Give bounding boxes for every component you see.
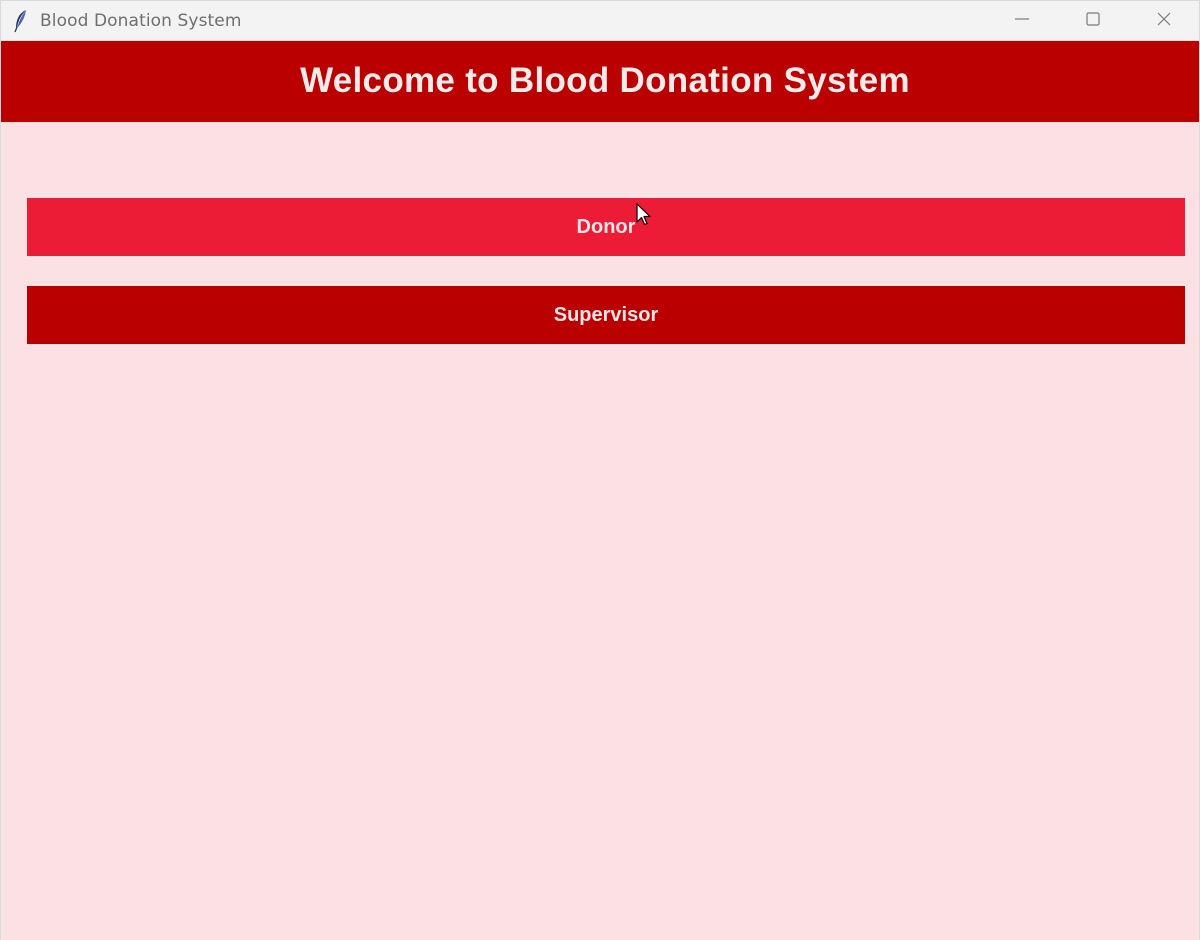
supervisor-button[interactable]: Supervisor	[27, 286, 1185, 344]
close-icon	[1156, 11, 1172, 32]
page-title: Welcome to Blood Donation System	[300, 60, 910, 100]
maximize-button[interactable]	[1057, 1, 1128, 41]
app-window: Blood Donation System Welcome to Blood D…	[0, 0, 1200, 940]
maximize-icon	[1085, 11, 1101, 32]
window-title: Blood Donation System	[40, 10, 242, 31]
welcome-header: Welcome to Blood Donation System	[1, 41, 1199, 122]
main-content: Donor Supervisor	[1, 122, 1199, 940]
donor-button[interactable]: Donor	[27, 198, 1185, 256]
title-bar[interactable]: Blood Donation System	[1, 1, 1199, 41]
feather-icon	[11, 9, 31, 33]
close-button[interactable]	[1128, 1, 1199, 41]
donor-button-label: Donor	[576, 215, 636, 238]
supervisor-button-label: Supervisor	[553, 303, 659, 326]
minimize-icon	[1014, 11, 1030, 32]
minimize-button[interactable]	[986, 1, 1057, 41]
window-controls	[986, 1, 1199, 41]
